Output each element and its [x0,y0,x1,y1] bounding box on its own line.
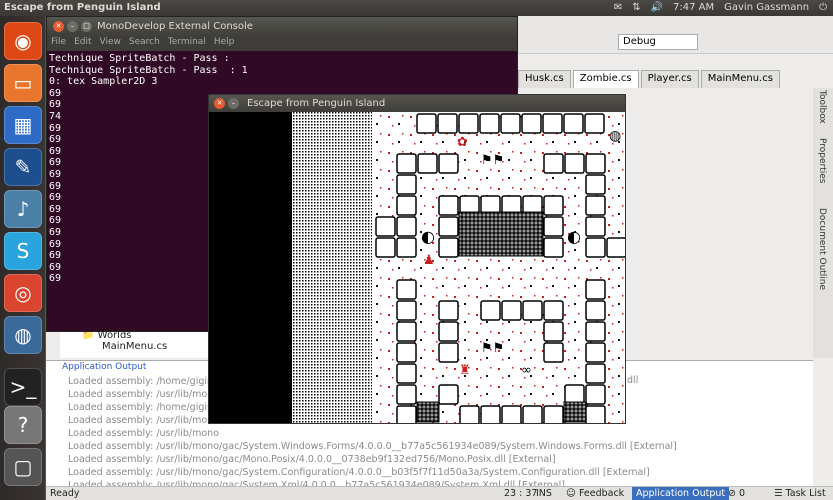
status-bar: Ready 23 : 37 INS ☺ Feedback Application… [46,486,833,500]
power-icon[interactable]: ⏻ [819,2,827,13]
game-canvas[interactable]: ✿ ⚑⚑ ◐ ◐ ♟ ⚑⚑ ♜ ∞ ◍ [209,112,625,423]
minimize-icon[interactable]: – [67,21,78,32]
svg-text:◍: ◍ [609,128,621,144]
task-list-button[interactable]: ☰ Task List [774,488,826,499]
close-icon[interactable]: ✕ [214,98,225,109]
toolbox-tab[interactable]: Toolbox [817,90,827,124]
console-title: MonoDevelop External Console [97,21,253,32]
network-icon[interactable]: ⇅ [632,2,640,13]
gimp-icon[interactable]: ✎ [4,148,42,186]
skype-icon[interactable]: S [4,232,42,270]
app-output-tab[interactable]: Application Output [632,487,730,500]
menu-search[interactable]: Search [129,37,160,51]
console-titlebar: ✕ – □ MonoDevelop External Console [47,17,517,37]
launcher: ◉ ▭ ▦ ✎ ♪ S ◎ ◍ >_ ? ▢ [0,16,46,500]
system-tray: ✉ ⇅ 🔊 7:47 AM Gavin Gassmann ⏻ [614,2,827,13]
svg-text:∞: ∞ [521,363,532,378]
feedback-button[interactable]: ☺ Feedback [566,488,624,499]
svg-text:◐: ◐ [567,227,581,246]
error-count[interactable]: ⊘ 0 [728,488,745,499]
clock[interactable]: 7:47 AM [673,2,714,13]
menu-edit[interactable]: Edit [74,37,91,51]
tab-player[interactable]: Player.cs [640,70,699,88]
volume-icon[interactable]: 🔊 [651,2,663,13]
top-panel: Escape from Penguin Island ✉ ⇅ 🔊 7:47 AM… [0,0,833,16]
tab-zombie[interactable]: Zombie.cs [572,70,639,88]
svg-text:⚑⚑: ⚑⚑ [481,153,504,168]
files-icon[interactable]: ▭ [4,64,42,102]
terminal-icon[interactable]: >_ [4,368,42,406]
svg-text:⚑⚑: ⚑⚑ [481,341,504,356]
svg-text:✿: ✿ [457,135,468,150]
maximize-icon[interactable]: □ [81,21,92,32]
black-void [209,112,292,423]
document-outline-tab[interactable]: Document Outline [817,208,827,290]
properties-tab[interactable]: Properties [817,138,827,183]
workspace-icon[interactable]: ▢ [4,448,42,486]
game-title: Escape from Penguin Island [247,98,386,109]
tetris-icon[interactable]: ▦ [4,106,42,144]
output-right-text: .dll [624,375,639,386]
editor-tabs: Husk.cs Zombie.cs Player.cs MainMenu.cs [518,70,813,88]
active-window-title: Escape from Penguin Island [4,2,161,13]
menu-terminal[interactable]: Terminal [168,37,206,51]
config-select[interactable]: Debug [618,34,698,50]
monodevelop-icon[interactable]: ◍ [4,316,42,354]
status-ready: Ready [50,488,80,499]
ide-toolbar: Debug [472,16,833,54]
svg-text:♜: ♜ [459,363,471,378]
mail-icon[interactable]: ✉ [614,2,622,13]
cursor-position: 23 : 37 [504,488,538,499]
console-menu: File Edit View Search Terminal Help [47,37,517,51]
close-icon[interactable]: ✕ [53,21,64,32]
svg-text:♟: ♟ [423,253,435,268]
svg-text:◐: ◐ [421,227,435,246]
audio-icon[interactable]: ♪ [4,190,42,228]
solution-tree: 📁 Worlds MainMenu.cs [60,330,210,358]
insert-mode: INS [536,488,552,499]
menu-view[interactable]: View [100,37,121,51]
help-icon[interactable]: ? [4,406,42,444]
game-titlebar: ✕ – Escape from Penguin Island [209,95,625,112]
chrome-icon[interactable]: ◎ [4,274,42,312]
tab-mainmenu[interactable]: MainMenu.cs [700,70,780,88]
tab-husk[interactable]: Husk.cs [518,70,571,88]
minimize-icon[interactable]: – [228,98,239,109]
menu-help[interactable]: Help [214,37,235,51]
tree-file[interactable]: MainMenu.cs [60,341,210,352]
game-window: ✕ – Escape from Penguin Island ✿ ⚑⚑ ◐ ◐ … [208,94,626,424]
user-name[interactable]: Gavin Gassmann [724,2,809,13]
side-dock: Toolbox Properties Document Outline [813,88,833,358]
ubuntu-icon[interactable]: ◉ [4,22,42,60]
menu-file[interactable]: File [51,37,66,51]
gravel-strip [292,112,372,423]
